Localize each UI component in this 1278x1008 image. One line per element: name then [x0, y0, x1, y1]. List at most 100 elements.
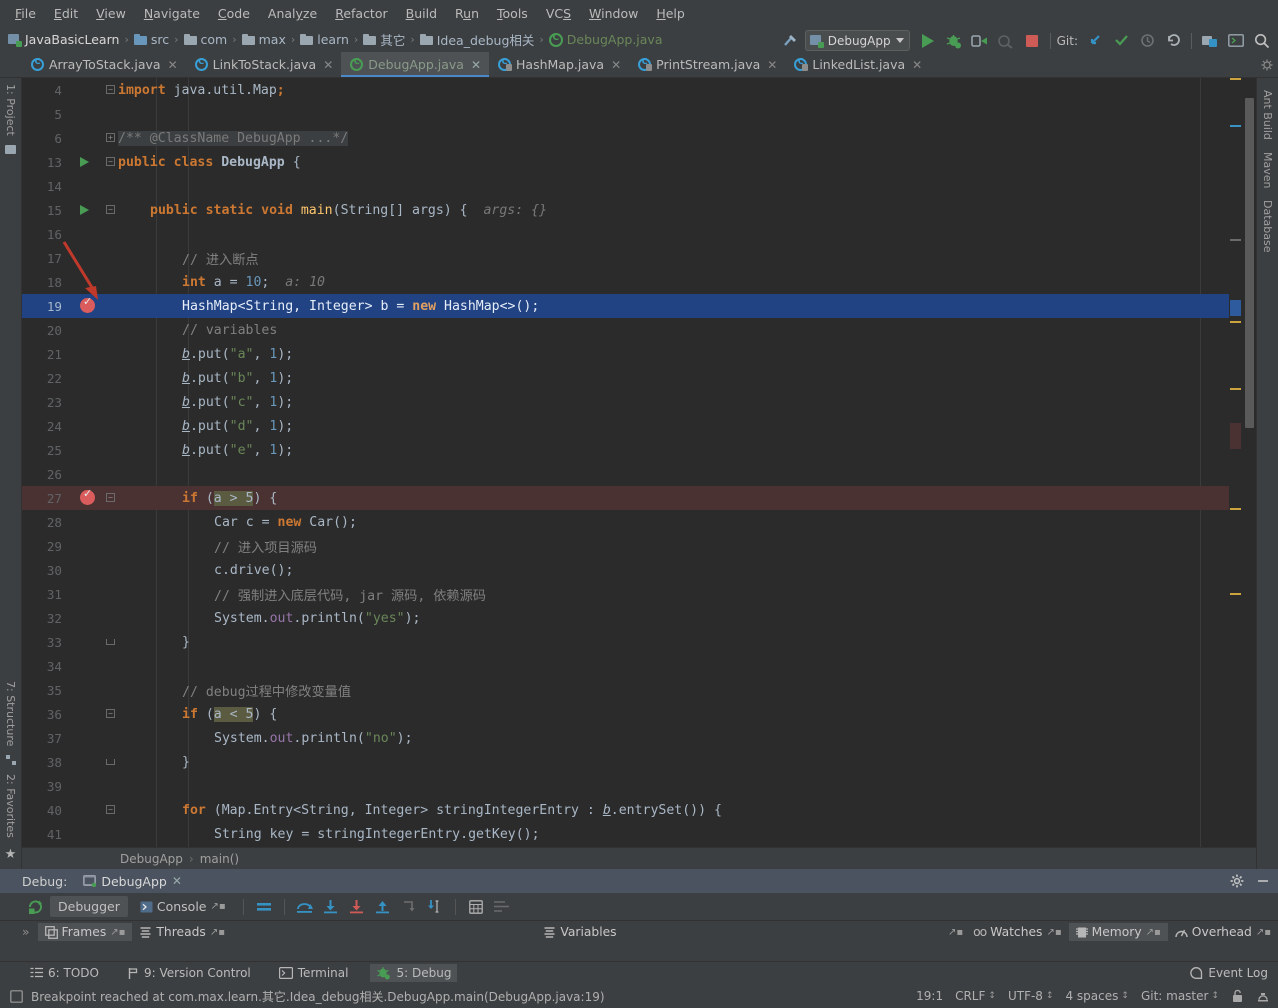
- gutter-icons[interactable]: [70, 822, 112, 846]
- code-line-22[interactable]: 22 b.put("b", 1);: [22, 366, 1229, 390]
- gutter-icons[interactable]: [70, 102, 112, 126]
- debug-session-tab[interactable]: DebugApp ✕: [77, 871, 188, 891]
- code-line-29[interactable]: 29 // 进入项目源码: [22, 534, 1229, 558]
- sidebar-item-structure[interactable]: 7: Structure: [4, 675, 17, 752]
- gutter-icons[interactable]: [70, 606, 112, 630]
- code-line-16[interactable]: 16: [22, 222, 1229, 246]
- gutter-icons[interactable]: [70, 270, 112, 294]
- code-fold-toggle[interactable]: +: [106, 133, 115, 142]
- gutter-icons[interactable]: −: [70, 198, 115, 222]
- drop-frame-icon[interactable]: [398, 897, 420, 917]
- pin-icon[interactable]: ↗▪: [1256, 927, 1271, 938]
- git-rollback-icon[interactable]: [1161, 30, 1185, 52]
- bottom-item-terminal[interactable]: Terminal: [273, 964, 355, 982]
- lock-icon[interactable]: [1231, 989, 1244, 1003]
- run-with-coverage-button[interactable]: [968, 30, 992, 52]
- step-into-icon[interactable]: [320, 897, 342, 917]
- gutter-icons[interactable]: [70, 462, 112, 486]
- run-configuration-selector[interactable]: DebugApp: [804, 30, 910, 51]
- menu-item-window[interactable]: Window: [580, 3, 647, 24]
- bottom-item-version-control[interactable]: 9: Version Control: [121, 964, 257, 982]
- menu-item-build[interactable]: Build: [397, 3, 446, 24]
- code-line-34[interactable]: 34: [22, 654, 1229, 678]
- code-fold-toggle[interactable]: −: [106, 157, 115, 166]
- event-log-button[interactable]: Event Log: [1190, 966, 1268, 980]
- gutter-icons[interactable]: [70, 414, 112, 438]
- code-line-39[interactable]: 39: [22, 774, 1229, 798]
- run-to-cursor-icon[interactable]: [424, 897, 446, 917]
- line-separator-selector[interactable]: CRLF ↕: [955, 989, 996, 1003]
- pin-icon[interactable]: ↗▪: [948, 927, 966, 938]
- editor-vertical-scrollbar[interactable]: [1243, 78, 1256, 847]
- tab-memory[interactable]: Memory ↗▪: [1068, 923, 1168, 941]
- breakpoint-icon[interactable]: [80, 487, 95, 505]
- gutter-icons[interactable]: [70, 726, 112, 750]
- editor-marker-strip[interactable]: [1229, 78, 1243, 847]
- code-line-18[interactable]: 18 int a = 10; a: 10: [22, 270, 1229, 294]
- run-gutter-icon[interactable]: [80, 205, 89, 215]
- gutter-icons[interactable]: [70, 366, 112, 390]
- menu-item-view[interactable]: View: [87, 3, 135, 24]
- code-line-25[interactable]: 25 b.put("e", 1);: [22, 438, 1229, 462]
- gear-icon[interactable]: [1230, 874, 1244, 888]
- code-line-41[interactable]: 41 String key = stringIntegerEntry.getKey…: [22, 822, 1229, 846]
- code-fold-toggle[interactable]: −: [106, 709, 115, 718]
- close-icon[interactable]: ✕: [323, 58, 333, 72]
- menu-item-file[interactable]: File: [6, 3, 45, 24]
- editor-tab-arraytostack[interactable]: ArrayToStack.java ✕: [22, 52, 186, 77]
- breadcrumb-class[interactable]: DebugApp: [120, 852, 183, 866]
- git-history-icon[interactable]: [1135, 30, 1159, 52]
- gutter-icons[interactable]: [70, 222, 112, 246]
- gutter-icons[interactable]: +: [70, 126, 115, 150]
- menu-item-navigate[interactable]: Navigate: [135, 3, 209, 24]
- menu-item-vcs[interactable]: VCS: [537, 3, 580, 24]
- gutter-icons[interactable]: [70, 390, 112, 414]
- bottom-item-todo[interactable]: 6: TODO: [24, 964, 105, 982]
- close-icon[interactable]: ✕: [471, 58, 481, 72]
- close-icon[interactable]: ✕: [168, 58, 178, 72]
- terminal-panel-icon[interactable]: [1224, 30, 1248, 52]
- indent-selector[interactable]: 4 spaces ↕: [1065, 989, 1128, 1003]
- tab-debugger[interactable]: Debugger: [50, 896, 128, 917]
- sidebar-item-project[interactable]: 1: Project: [4, 78, 17, 142]
- menu-item-run[interactable]: Run: [446, 3, 488, 24]
- force-step-into-icon[interactable]: [346, 897, 368, 917]
- gutter-icons[interactable]: −: [70, 486, 115, 510]
- tab-overhead[interactable]: Overhead ↗▪: [1168, 923, 1278, 941]
- close-icon[interactable]: ✕: [767, 58, 777, 72]
- settings-list-icon[interactable]: [491, 897, 513, 917]
- breadcrumb-item-2[interactable]: com: [183, 32, 229, 47]
- close-icon[interactable]: ✕: [611, 58, 621, 72]
- code-line-27[interactable]: 27−if (a > 5) {: [22, 486, 1229, 510]
- tab-frames[interactable]: Frames ↗▪: [37, 923, 133, 941]
- pin-icon[interactable]: ↗▪: [210, 927, 225, 938]
- rerun-icon[interactable]: [24, 897, 46, 917]
- code-line-35[interactable]: 35 // debug过程中修改变量值: [22, 678, 1229, 702]
- pin-icon[interactable]: ↗▪: [1146, 927, 1161, 938]
- gutter-icons[interactable]: −: [70, 150, 115, 174]
- code-line-37[interactable]: 37 System.out.println("no");: [22, 726, 1229, 750]
- gutter-icons[interactable]: [70, 654, 112, 678]
- power-save-icon[interactable]: [1256, 989, 1270, 1003]
- step-over-icon[interactable]: [294, 897, 316, 917]
- editor-tab-hashmap[interactable]: HashMap.java ✕: [489, 52, 629, 77]
- debug-button[interactable]: [942, 30, 966, 52]
- gutter-icons[interactable]: [70, 678, 112, 702]
- breadcrumb-item-7[interactable]: DebugApp.java: [548, 32, 664, 47]
- code-fold-toggle[interactable]: −: [106, 805, 115, 814]
- gutter-icons[interactable]: [70, 246, 112, 270]
- code-fold-toggle[interactable]: −: [106, 85, 115, 94]
- gutter-icons[interactable]: [70, 630, 115, 654]
- breadcrumb-item-0[interactable]: JavaBasicLearn: [7, 32, 120, 47]
- tab-console[interactable]: Console ↗▪: [132, 896, 234, 917]
- editor-tab-debugapp[interactable]: DebugApp.java ✕: [341, 52, 490, 77]
- close-icon[interactable]: ✕: [172, 874, 182, 888]
- tabbar-overflow-icon[interactable]: [1256, 52, 1278, 77]
- code-line-26[interactable]: 26: [22, 462, 1229, 486]
- menu-item-refactor[interactable]: Refactor: [326, 3, 396, 24]
- code-line-14[interactable]: 14: [22, 174, 1229, 198]
- menu-item-tools[interactable]: Tools: [488, 3, 537, 24]
- menu-item-code[interactable]: Code: [209, 3, 259, 24]
- close-icon[interactable]: ✕: [912, 58, 922, 72]
- profile-button[interactable]: [994, 30, 1018, 52]
